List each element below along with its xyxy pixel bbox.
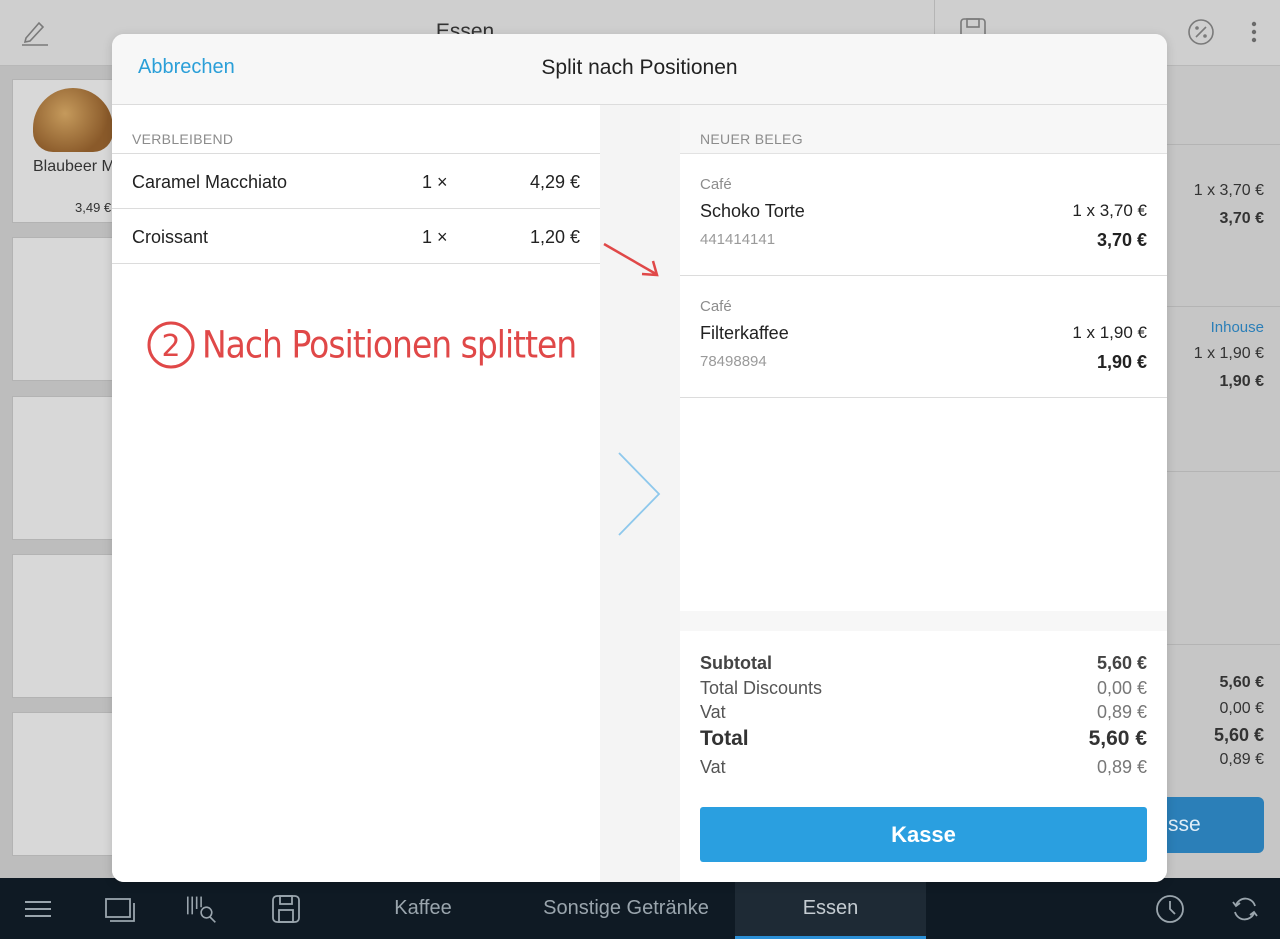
remaining-item-qty: 1 ×: [422, 227, 448, 247]
item-total: 1,90 €: [1096, 352, 1147, 372]
more-options-icon[interactable]: [1246, 18, 1262, 46]
split-modal: Abbrechen Split nach Positionen VERBLEIB…: [112, 34, 1167, 882]
background-line-unit: 1 x 3,70 €: [1193, 182, 1264, 199]
remaining-item-row[interactable]: Caramel Macchiato 1 × 4,29 €: [112, 154, 600, 209]
sync-icon[interactable]: [1229, 893, 1261, 925]
item-sku: 78498894: [700, 353, 767, 370]
tutorial-annotation: 2 Nach Positionen splitten: [146, 317, 591, 377]
background-subtotal: 5,60 €: [1219, 674, 1264, 691]
subtotal-label: Subtotal: [700, 653, 772, 673]
new-receipt-item[interactable]: Café Schoko Torte 1 x 3,70 € 441414141 3…: [680, 154, 1167, 276]
checkout-button[interactable]: Kasse: [700, 807, 1147, 862]
background-line-total: 1,90 €: [1219, 373, 1264, 390]
remaining-item-price: 1,20 €: [529, 227, 580, 247]
chevron-right-icon[interactable]: [616, 451, 662, 537]
annotation-text: Nach Positionen splitten: [202, 322, 577, 367]
total-label: Total: [700, 727, 749, 750]
item-name: Schoko Torte: [700, 201, 805, 221]
item-unit-price: 1 x 1,90 €: [1072, 323, 1147, 342]
transfer-column: [600, 105, 680, 882]
vat-label: Vat: [700, 757, 726, 777]
discounts-value: 0,00 €: [1096, 678, 1147, 698]
background-product-grid: Blaubeer M 3,49 €: [0, 66, 122, 878]
discounts-row: Total Discounts 0,00 €: [700, 678, 1147, 702]
item-category: Café: [700, 298, 732, 315]
background-divider: [1167, 306, 1280, 307]
bottom-bar: Kaffee Sonstige Getränke Essen: [0, 878, 1280, 939]
item-sku: 441414141: [700, 231, 776, 248]
item-category: Café: [700, 176, 732, 193]
background-receipt-panel: 1 x 3,70 € 3,70 € Inhouse 1 x 1,90 € 1,9…: [1167, 66, 1280, 878]
inhouse-link[interactable]: Inhouse: [1211, 319, 1264, 336]
tables-icon[interactable]: [104, 893, 136, 925]
receipt-totals: Subtotal 5,60 € Total Discounts 0,00 € V…: [680, 631, 1167, 882]
remaining-item-price: 4,29 €: [529, 172, 580, 192]
new-receipt-panel: NEUER BELEG Café Schoko Torte 1 x 3,70 €…: [680, 105, 1167, 611]
background-divider: [1167, 471, 1280, 472]
modal-title: Split nach Positionen: [541, 56, 738, 79]
remaining-item-name: Croissant: [132, 227, 209, 247]
total-value: 5,60 €: [1088, 727, 1147, 750]
background-total: 5,60 €: [1213, 725, 1264, 745]
vat-value: 0,89 €: [1096, 702, 1147, 722]
background-line-unit: 1 x 1,90 €: [1193, 345, 1264, 362]
tab-sonstige-getraenke[interactable]: Sonstige Getränke: [516, 878, 736, 939]
remaining-items-panel: VERBLEIBEND Caramel Macchiato 1 × 4,29 €…: [112, 105, 600, 882]
background-checkout-button[interactable]: sse: [1160, 797, 1264, 853]
background-discounts: 0,00 €: [1219, 700, 1264, 717]
total-row: Total 5,60 €: [700, 727, 1147, 755]
vat-value: 0,89 €: [1096, 757, 1147, 777]
annotation-arrow-icon: [603, 242, 659, 277]
new-receipt-item[interactable]: Café Filterkaffee 1 x 1,90 € 78498894 1,…: [680, 276, 1167, 398]
remaining-section-label: VERBLEIBEND: [132, 131, 234, 147]
background-vat: 0,89 €: [1219, 751, 1264, 768]
new-receipt-header: NEUER BELEG: [680, 105, 1167, 154]
item-unit-price: 1 x 3,70 €: [1072, 201, 1147, 220]
discounts-label: Total Discounts: [700, 678, 823, 698]
save-receipt-icon[interactable]: [270, 893, 302, 925]
product-tile-empty[interactable]: [12, 237, 122, 381]
product-tile-empty[interactable]: [12, 712, 122, 856]
edit-icon[interactable]: [20, 18, 50, 46]
product-tile-price: 3,49 €: [75, 200, 112, 215]
barcode-search-icon[interactable]: [186, 893, 218, 925]
vat-label: Vat: [700, 702, 726, 722]
product-tile-label: Blaubeer M: [33, 158, 115, 175]
product-tile-empty[interactable]: [12, 396, 122, 540]
subtotal-value: 5,60 €: [1096, 653, 1147, 673]
discount-percent-icon[interactable]: [1187, 18, 1215, 46]
background-divider: [1167, 144, 1280, 145]
new-receipt-section-label: NEUER BELEG: [700, 131, 803, 147]
background-line-total: 3,70 €: [1219, 210, 1264, 227]
tab-essen[interactable]: Essen: [735, 878, 926, 939]
tab-kaffee[interactable]: Kaffee: [340, 878, 506, 939]
product-tile[interactable]: Blaubeer M 3,49 €: [12, 79, 122, 223]
annotation-step-number: 2: [161, 329, 180, 364]
item-total: 3,70 €: [1096, 230, 1147, 250]
annotation-step-circle: 2: [147, 321, 195, 369]
product-image: [33, 88, 113, 152]
menu-icon[interactable]: [22, 893, 54, 925]
cancel-button[interactable]: Abbrechen: [138, 56, 235, 79]
background-divider: [1167, 644, 1280, 645]
vat-row: Vat 0,89 €: [700, 702, 1147, 726]
subtotal-row: Subtotal 5,60 €: [700, 653, 1147, 677]
remaining-item-qty: 1 ×: [422, 172, 448, 192]
item-name: Filterkaffee: [700, 323, 789, 343]
remaining-item-name: Caramel Macchiato: [132, 172, 288, 192]
product-tile-empty[interactable]: [12, 554, 122, 698]
vat-row: Vat 0,89 €: [700, 757, 1147, 781]
remaining-item-row[interactable]: Croissant 1 × 1,20 €: [112, 209, 600, 264]
modal-header: Abbrechen Split nach Positionen: [112, 34, 1167, 105]
clock-icon[interactable]: [1154, 893, 1186, 925]
